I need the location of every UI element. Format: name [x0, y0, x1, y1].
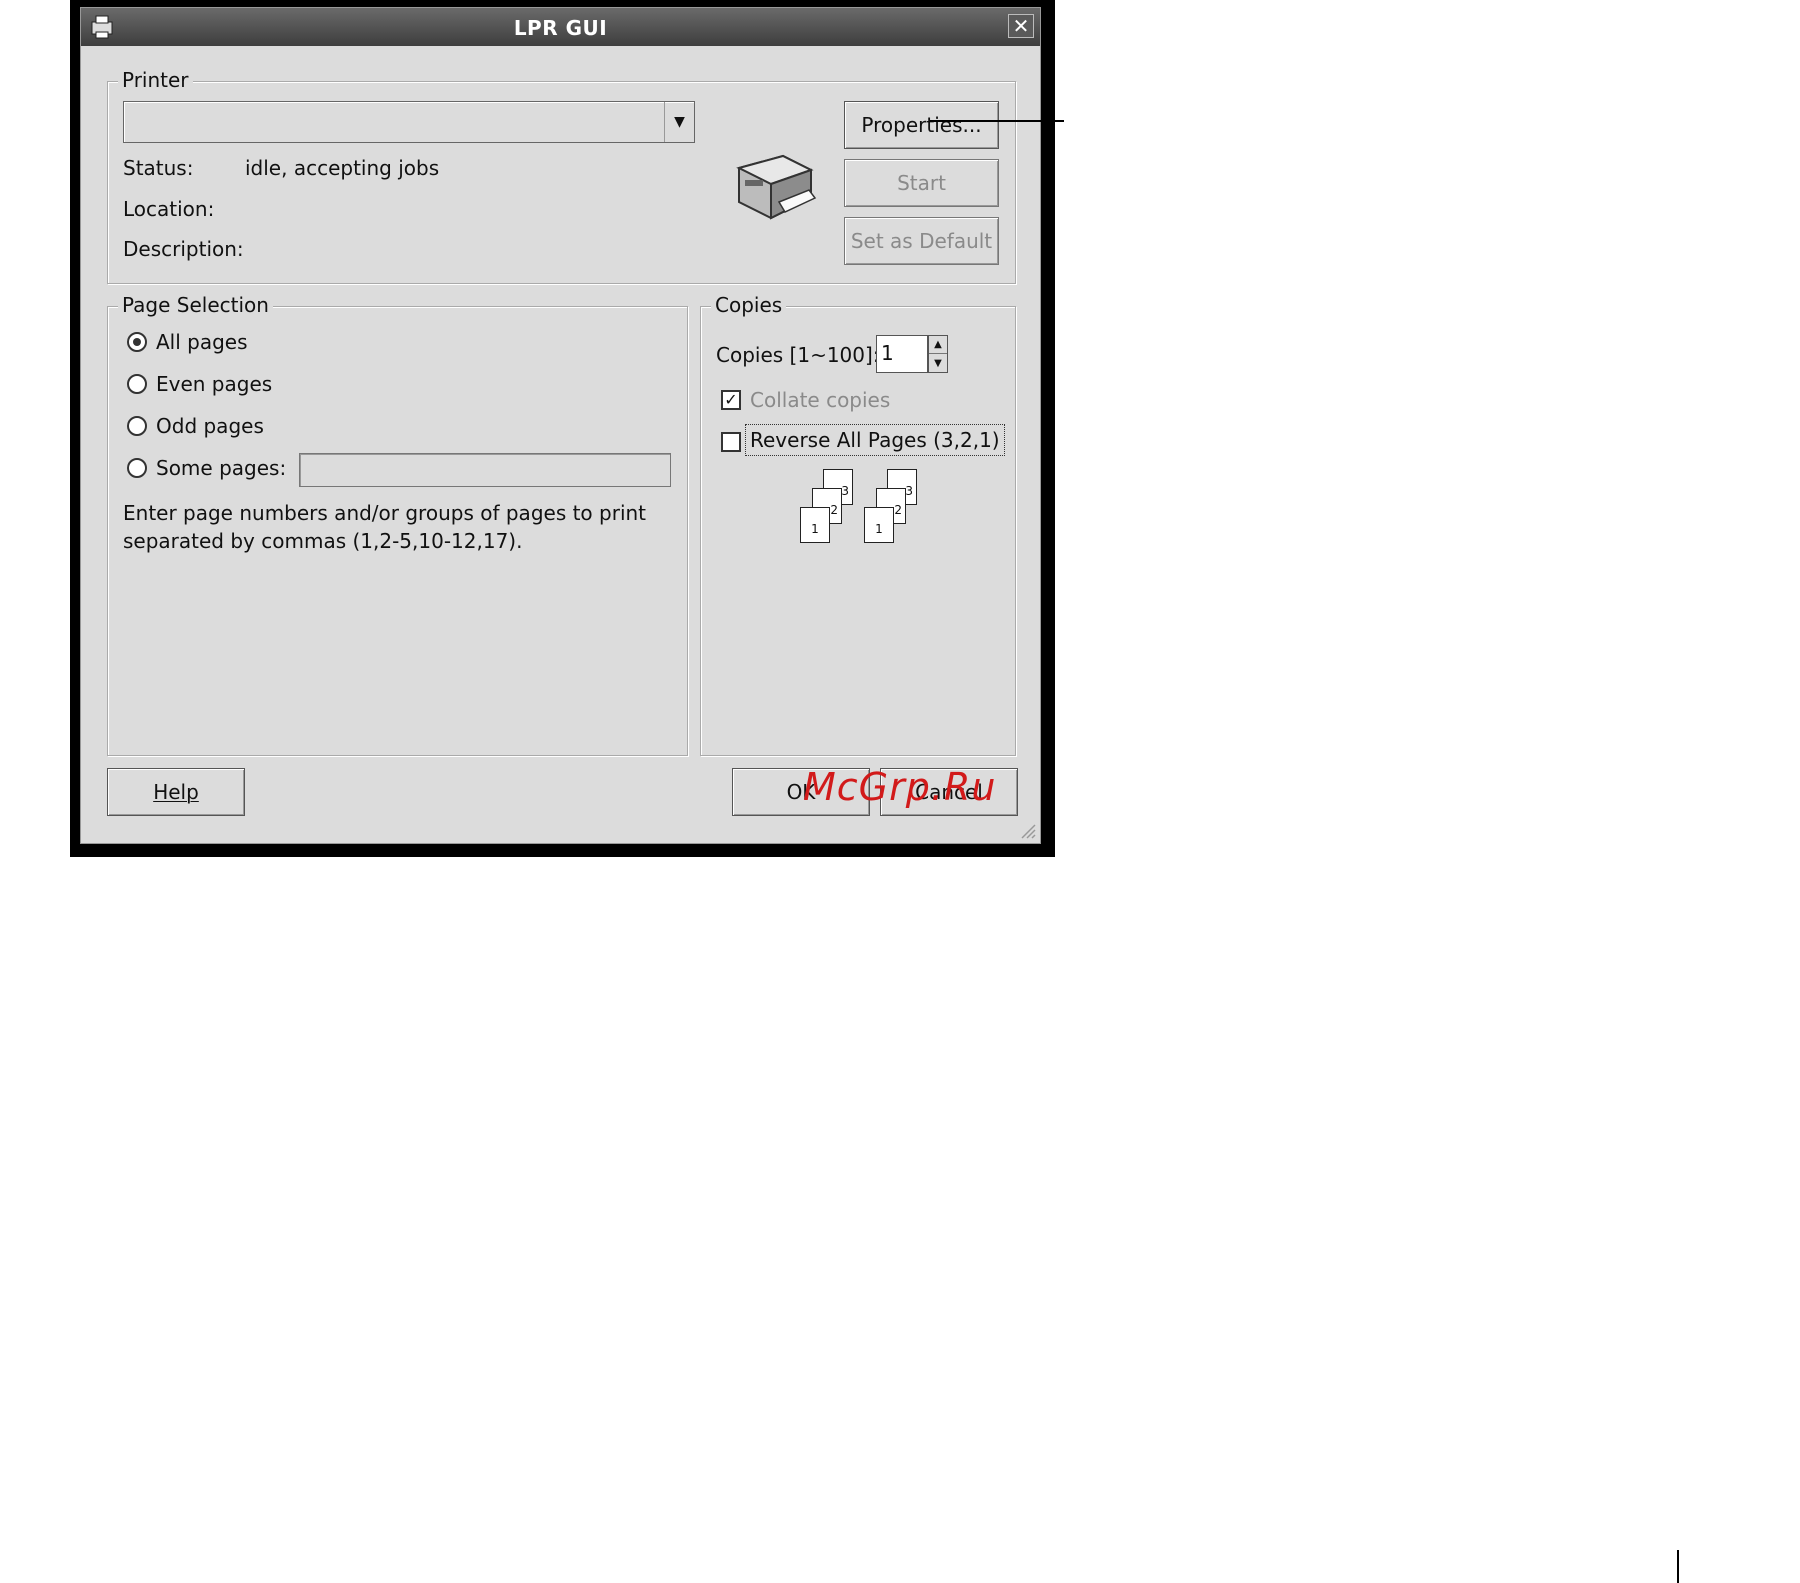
- copies-stepper[interactable]: ▲ ▼: [928, 335, 948, 373]
- title-bar[interactable]: LPR GUI ✕: [81, 8, 1040, 46]
- option-all-pages-label[interactable]: All pages: [156, 330, 248, 354]
- reverse-pages-label[interactable]: Reverse All Pages (3,2,1): [745, 424, 1005, 456]
- radio-even-pages[interactable]: [127, 374, 147, 394]
- margin-bar: [1677, 1550, 1679, 1583]
- page-range-hint-line2: separated by commas (1,2-5,10-12,17).: [123, 529, 523, 553]
- page-range-hint-line1: Enter page numbers and/or groups of page…: [123, 501, 647, 525]
- page-number: 1: [875, 522, 883, 536]
- page-number: 2: [894, 503, 902, 517]
- status-value: idle, accepting jobs: [245, 156, 440, 180]
- collate-checkbox[interactable]: ✓: [721, 390, 741, 410]
- page-number: 3: [905, 484, 913, 498]
- location-label: Location:: [123, 197, 215, 221]
- radio-all-pages[interactable]: [127, 332, 147, 352]
- reverse-pages-checkbox[interactable]: [721, 432, 741, 452]
- copies-group: Copies: [700, 293, 1016, 756]
- window-title: LPR GUI: [513, 16, 608, 40]
- lpr-gui-window: LPR GUI ✕ Printer ▼ Status: idle, accept…: [70, 0, 1055, 857]
- dialog-body: LPR GUI ✕ Printer ▼ Status: idle, accept…: [80, 7, 1041, 844]
- copies-label: Copies [1~100]:: [716, 343, 880, 367]
- watermark-text: McGrp.Ru: [803, 765, 997, 809]
- status-label: Status:: [123, 156, 194, 180]
- page-number: 3: [841, 484, 849, 498]
- radio-some-pages[interactable]: [127, 458, 147, 478]
- set-as-default-button[interactable]: Set as Default: [844, 217, 999, 265]
- chevron-up-icon[interactable]: ▲: [929, 336, 947, 354]
- chevron-down-icon[interactable]: ▼: [664, 102, 694, 142]
- start-button[interactable]: Start: [844, 159, 999, 207]
- help-button[interactable]: Help: [107, 768, 245, 816]
- printer-device-icon: [736, 154, 817, 220]
- resize-grip-icon[interactable]: [1018, 821, 1036, 839]
- printer-legend: Printer: [118, 68, 193, 92]
- option-some-pages-label[interactable]: Some pages:: [156, 456, 286, 480]
- chevron-down-icon[interactable]: ▼: [929, 354, 947, 372]
- help-button-label: Help: [153, 780, 199, 804]
- some-pages-input[interactable]: [299, 453, 671, 487]
- callout-line: [930, 120, 1064, 122]
- page-number: 2: [830, 503, 838, 517]
- option-odd-pages-label[interactable]: Odd pages: [156, 414, 264, 438]
- page-selection-legend: Page Selection: [118, 293, 273, 317]
- page-icon: 1: [800, 507, 830, 543]
- close-icon[interactable]: ✕: [1008, 14, 1034, 38]
- page-number: 1: [811, 522, 819, 536]
- printer-select[interactable]: ▼: [123, 101, 695, 143]
- copies-legend: Copies: [711, 293, 787, 317]
- collate-label[interactable]: Collate copies: [750, 388, 890, 412]
- properties-button[interactable]: Properties...: [844, 101, 999, 149]
- radio-odd-pages[interactable]: [127, 416, 147, 436]
- page-icon: 1: [864, 507, 894, 543]
- option-even-pages-label[interactable]: Even pages: [156, 372, 272, 396]
- description-label: Description:: [123, 237, 244, 261]
- copies-input[interactable]: 1: [876, 335, 928, 373]
